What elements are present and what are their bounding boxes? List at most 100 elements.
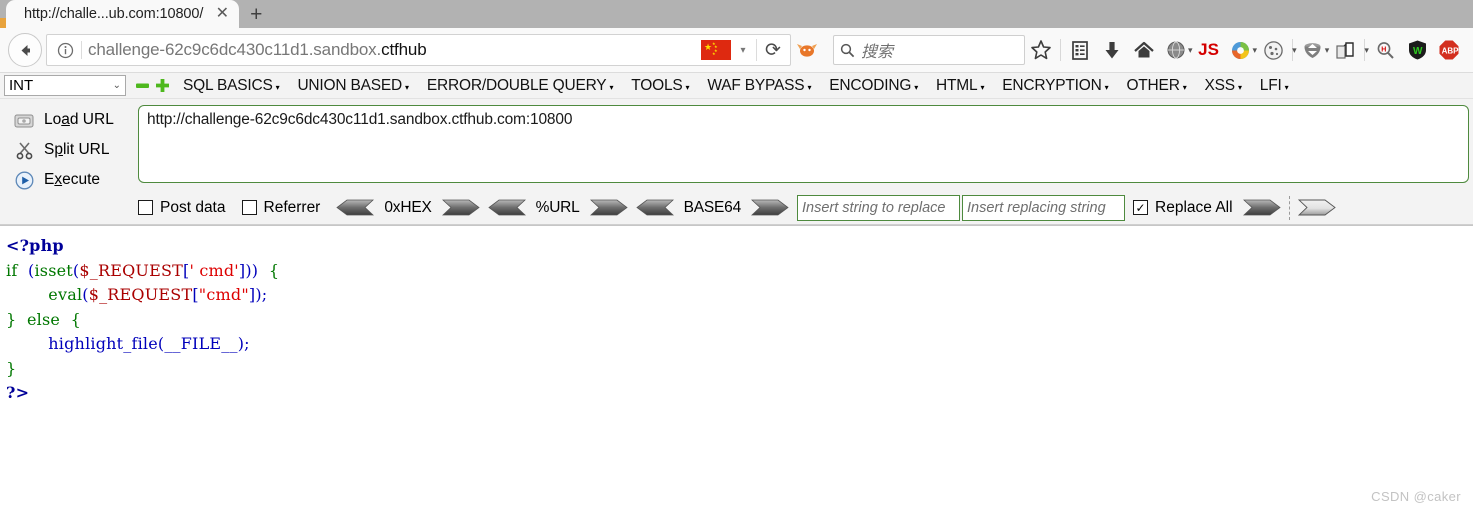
replace-string-input[interactable]: Insert replacing string bbox=[962, 194, 1126, 221]
code-line: if (isset($_REQUEST[' cmd'])) { bbox=[6, 259, 1473, 284]
reload-divider bbox=[756, 39, 757, 61]
tab-strip: http://challe...ub.com:10800/ ✕ + bbox=[0, 0, 1473, 28]
code-line: eval($_REQUEST["cmd"]); bbox=[6, 283, 1473, 308]
hackbar-panel: Load URL Split URL Execute http://challe… bbox=[0, 99, 1473, 191]
base64-decode-button[interactable] bbox=[635, 199, 674, 216]
search-placeholder: 搜索 bbox=[861, 44, 894, 61]
replace-all-label: Replace All bbox=[1155, 198, 1233, 216]
close-icon[interactable]: ✕ bbox=[211, 3, 233, 25]
adblock-plus-icon[interactable]: ABP bbox=[1433, 33, 1465, 67]
tamper-data-icon[interactable] bbox=[1329, 33, 1361, 67]
chevron-down-icon[interactable]: ▾ bbox=[733, 45, 753, 56]
menu-encryption[interactable]: ENCRYPTION ▾ bbox=[993, 77, 1117, 95]
menu-label: ENCRYPTION bbox=[1002, 76, 1102, 94]
remove-tab-button[interactable] bbox=[134, 77, 151, 94]
chevron-down-icon: ▾ bbox=[1284, 82, 1289, 92]
flag-star-4: ★ bbox=[712, 51, 716, 56]
chevron-down-icon: ▾ bbox=[914, 82, 919, 92]
split-url-label: Split URL bbox=[44, 141, 110, 158]
code-token: } bbox=[6, 309, 17, 329]
cookie-manager-icon[interactable] bbox=[1257, 33, 1289, 67]
code-token: ?> bbox=[6, 383, 30, 402]
js-toggle-icon[interactable]: JS bbox=[1193, 33, 1225, 67]
browser-tab[interactable]: http://challe...ub.com:10800/ ✕ bbox=[6, 0, 240, 28]
hackbar-url-textarea[interactable]: http://challenge-62c9c6dc430c11d1.sandbo… bbox=[138, 105, 1469, 183]
new-tab-icon[interactable]: + bbox=[239, 0, 273, 28]
chevron-down-icon: ▾ bbox=[1182, 82, 1187, 92]
menu-label: HTML bbox=[936, 76, 978, 94]
menu-other[interactable]: OTHER ▾ bbox=[1117, 77, 1195, 95]
php-source-listing: <?php if (isset($_REQUEST[' cmd'])) { eva… bbox=[6, 234, 1473, 406]
chevron-down-icon: ▾ bbox=[1104, 82, 1109, 92]
bookmark-star-icon[interactable] bbox=[1025, 33, 1057, 67]
play-icon bbox=[10, 171, 38, 190]
menu-label: XSS bbox=[1204, 76, 1236, 94]
referrer-checkbox-wrap[interactable]: Referrer bbox=[241, 199, 320, 217]
menu-label: ERROR/DOUBLE QUERY bbox=[426, 76, 607, 94]
hackbar-options-row: Post data Referrer 0xHEX %URL BASE64 Ins… bbox=[0, 191, 1473, 225]
menu-tools[interactable]: TOOLS ▾ bbox=[622, 77, 698, 95]
code-line: ?> bbox=[6, 381, 1473, 406]
replace-apply-button[interactable] bbox=[1242, 199, 1281, 216]
post-data-checkbox-wrap[interactable]: Post data bbox=[138, 199, 226, 217]
menu-union-based[interactable]: UNION BASED ▾ bbox=[288, 77, 417, 95]
injection-type-select[interactable]: INT ⌄ bbox=[4, 75, 126, 96]
menu-error-double-query[interactable]: ERROR/DOUBLE QUERY ▾ bbox=[418, 77, 622, 95]
downloads-icon[interactable] bbox=[1096, 33, 1128, 67]
load-url-button[interactable]: Load URL bbox=[10, 105, 138, 135]
menu-sql-basics[interactable]: SQL BASICS ▾ bbox=[174, 77, 288, 95]
replace-all-checkbox[interactable]: ✓ bbox=[1133, 200, 1149, 215]
wappalyzer-shield-icon[interactable]: W bbox=[1401, 33, 1433, 67]
home-icon[interactable] bbox=[1128, 33, 1160, 67]
base64-encode-button[interactable] bbox=[751, 199, 789, 216]
menu-label: LFI bbox=[1259, 76, 1282, 94]
execute-label: Execute bbox=[44, 171, 101, 188]
base64-encoder-group: BASE64 bbox=[635, 199, 789, 217]
post-data-checkbox[interactable] bbox=[138, 200, 153, 215]
firefox-extension-icon[interactable] bbox=[791, 33, 823, 67]
hex-encode-button[interactable] bbox=[441, 199, 480, 216]
referrer-checkbox[interactable] bbox=[241, 200, 257, 215]
post-data-label: Post data bbox=[160, 198, 226, 216]
chevron-down-icon: ▾ bbox=[980, 82, 985, 92]
search-string-input[interactable]: Insert string to replace bbox=[797, 194, 961, 221]
code-token: { bbox=[70, 309, 82, 329]
code-token: __FILE__ bbox=[164, 334, 238, 353]
chevron-down-icon: ▾ bbox=[685, 82, 690, 92]
chevron-down-icon: ⌄ bbox=[112, 80, 121, 91]
chevron-down-icon: ▾ bbox=[1237, 82, 1242, 92]
url-decode-button[interactable] bbox=[487, 199, 526, 216]
execute-button[interactable]: Execute bbox=[10, 165, 138, 195]
url-encode-button[interactable] bbox=[589, 199, 628, 216]
back-button[interactable] bbox=[8, 33, 42, 67]
info-circle-icon[interactable] bbox=[51, 42, 79, 59]
load-url-label: Load URL bbox=[44, 111, 114, 128]
search-input[interactable]: 搜索 bbox=[833, 35, 1025, 65]
chevron-down-icon: ▾ bbox=[609, 82, 614, 92]
reload-icon[interactable]: ⟳ bbox=[760, 39, 786, 62]
add-tab-button[interactable] bbox=[154, 77, 171, 94]
replace-reset-button[interactable] bbox=[1297, 199, 1336, 216]
menu-waf-bypass[interactable]: WAF BYPASS ▾ bbox=[698, 77, 820, 95]
code-token: <?php bbox=[6, 236, 64, 255]
code-token: else bbox=[26, 309, 61, 329]
address-bar[interactable]: challenge-62c9c6dc430c11d1.sandbox.ctfhu… bbox=[46, 34, 791, 66]
code-token: "cmd" bbox=[198, 285, 249, 304]
toolbar-divider-1 bbox=[1060, 39, 1061, 61]
hackbar-search-icon[interactable]: H bbox=[1369, 33, 1401, 67]
menu-xss[interactable]: XSS ▾ bbox=[1196, 77, 1251, 95]
menu-label: WAF BYPASS bbox=[707, 76, 805, 94]
flag-star-large: ★ bbox=[704, 42, 713, 52]
library-icon[interactable] bbox=[1064, 33, 1096, 67]
hex-decode-button[interactable] bbox=[336, 199, 375, 216]
menu-label: ENCODING bbox=[829, 76, 912, 94]
code-line: } else { bbox=[6, 308, 1473, 333]
load-url-icon bbox=[10, 112, 38, 129]
menu-html[interactable]: HTML ▾ bbox=[927, 77, 993, 95]
menu-lfi[interactable]: LFI ▾ bbox=[1251, 77, 1298, 95]
split-url-button[interactable]: Split URL bbox=[10, 135, 138, 165]
replace-all-checkbox-wrap[interactable]: ✓ Replace All bbox=[1133, 199, 1233, 217]
menu-encoding[interactable]: ENCODING ▾ bbox=[820, 77, 927, 95]
